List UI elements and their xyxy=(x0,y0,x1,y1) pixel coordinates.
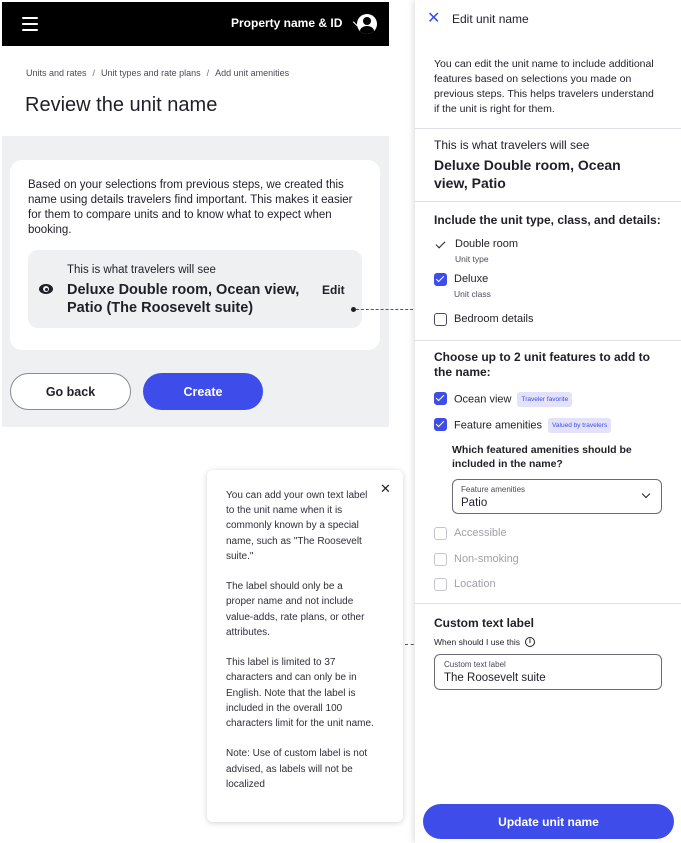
breadcrumb-add-amenities[interactable]: Add unit amenities xyxy=(215,68,289,78)
breadcrumb-units-and-rates[interactable]: Units and rates xyxy=(26,68,87,78)
option-ocean-view[interactable]: Ocean view Traveler favorite xyxy=(434,392,573,407)
edit-unit-name-panel: ✕ Edit unit name You can edit the unit n… xyxy=(415,0,681,843)
divider xyxy=(415,340,681,341)
amenities-question: Which featured amenities should be inclu… xyxy=(452,444,632,470)
card-description: Based on your selections from previous s… xyxy=(28,179,353,236)
feature-amenities-checkbox[interactable] xyxy=(434,418,447,431)
option-label: Ocean view xyxy=(454,393,512,406)
section-title-custom-label: Custom text label xyxy=(434,616,535,630)
preview-unit-name: Deluxe Double room, Ocean view, Patio xyxy=(434,157,621,191)
help-text: When should I use this xyxy=(434,637,520,647)
top-nav-bar: Property name & ID xyxy=(2,2,389,46)
option-label: Location xyxy=(454,578,496,590)
location-checkbox xyxy=(434,578,447,591)
section-title-unit-details: Include the unit type, class, and detail… xyxy=(434,213,661,227)
close-icon[interactable]: ✕ xyxy=(427,11,440,27)
connector-line xyxy=(356,309,418,310)
panel-intro: You can edit the unit name to include ad… xyxy=(434,58,654,115)
preview-label: This is what travelers will see xyxy=(67,264,216,276)
account-icon[interactable] xyxy=(357,14,377,34)
edit-button[interactable]: Edit xyxy=(322,283,345,297)
field-value: The Roosevelt suite xyxy=(444,672,546,684)
breadcrumb-unit-types[interactable]: Unit types and rate plans xyxy=(101,68,201,78)
option-label-group: Ocean view Traveler favorite xyxy=(454,392,573,407)
bedroom-details-checkbox[interactable] xyxy=(434,313,447,326)
option-double-room: Double room Unit type xyxy=(434,238,518,264)
chevron-down-icon xyxy=(641,489,651,499)
option-label: Accessible xyxy=(454,527,507,539)
option-sublabel: Unit type xyxy=(455,254,489,264)
ocean-view-checkbox[interactable] xyxy=(434,392,447,405)
option-label: Bedroom details xyxy=(454,313,534,325)
tooltip-paragraph: This label is limited to 37 characters a… xyxy=(226,657,374,730)
check-icon xyxy=(434,238,448,252)
accessible-checkbox xyxy=(434,527,447,540)
field-label: Custom text label xyxy=(444,660,506,669)
traveler-favorite-badge: Traveler favorite xyxy=(517,392,573,407)
deluxe-checkbox[interactable] xyxy=(434,273,447,286)
option-label: Feature amenities xyxy=(454,419,543,432)
eye-icon xyxy=(39,284,53,294)
page-title: Review the unit name xyxy=(25,94,218,116)
option-location: Location xyxy=(434,578,496,591)
select-label: Feature amenities xyxy=(461,485,526,494)
option-label: Non-smoking xyxy=(454,553,519,565)
option-feature-amenities[interactable]: Feature amenities Valued by travelers xyxy=(434,418,612,433)
create-button[interactable]: Create xyxy=(143,373,263,410)
custom-label-tooltip: ✕ You can add your own text label to the… xyxy=(207,470,403,822)
select-value: Patio xyxy=(461,497,488,509)
tooltip-paragraph: The label should only be a proper name a… xyxy=(226,581,365,638)
option-label: Double room xyxy=(455,238,518,250)
menu-icon[interactable] xyxy=(22,17,38,31)
tooltip-paragraph: You can add your own text label to the u… xyxy=(226,490,368,562)
breadcrumb-separator: / xyxy=(206,68,210,78)
divider xyxy=(415,128,681,129)
page-header: Units and rates / Unit types and rate pl… xyxy=(2,46,389,136)
option-bedroom-details[interactable]: Bedroom details xyxy=(434,313,534,326)
custom-label-help[interactable]: When should I use this i xyxy=(434,637,535,647)
non-smoking-checkbox xyxy=(434,553,447,566)
unit-name-card: Based on your selections from previous s… xyxy=(10,160,380,350)
custom-text-label-field[interactable]: Custom text label The Roosevelt suite xyxy=(434,654,662,690)
property-selector[interactable]: Property name & ID xyxy=(231,16,362,30)
go-back-button[interactable]: Go back xyxy=(10,373,131,410)
option-label: Deluxe xyxy=(454,273,489,285)
name-preview: This is what travelers will see Deluxe D… xyxy=(28,250,362,328)
feature-amenities-select[interactable]: Feature amenities Patio xyxy=(452,479,662,514)
option-deluxe[interactable]: Deluxe Unit class xyxy=(434,273,491,299)
tooltip-paragraph: Note: Use of custom label is not advised… xyxy=(226,748,368,790)
update-unit-name-button[interactable]: Update unit name xyxy=(423,804,674,839)
tooltip-body: You can add your own text label to the u… xyxy=(226,488,374,807)
breadcrumb: Units and rates / Unit types and rate pl… xyxy=(26,68,289,78)
option-non-smoking: Non-smoking xyxy=(434,553,519,566)
preview-unit-name: Deluxe Double room, Ocean view, Patio (T… xyxy=(67,282,300,316)
panel-title: Edit unit name xyxy=(452,12,529,26)
option-sublabel: Unit class xyxy=(454,289,491,299)
breadcrumb-separator: / xyxy=(92,68,96,78)
divider xyxy=(415,603,681,604)
section-title-features: Choose up to 2 unit features to add to t… xyxy=(434,350,650,379)
valued-by-travelers-badge: Valued by travelers xyxy=(548,418,612,433)
option-label-group: Feature amenities Valued by travelers xyxy=(454,418,612,433)
info-icon[interactable]: i xyxy=(525,637,535,647)
close-icon[interactable]: ✕ xyxy=(380,482,391,495)
preview-label: This is what travelers will see xyxy=(434,138,590,152)
option-accessible: Accessible xyxy=(434,527,507,540)
property-selector-label: Property name & ID xyxy=(231,16,343,30)
divider xyxy=(415,201,681,202)
